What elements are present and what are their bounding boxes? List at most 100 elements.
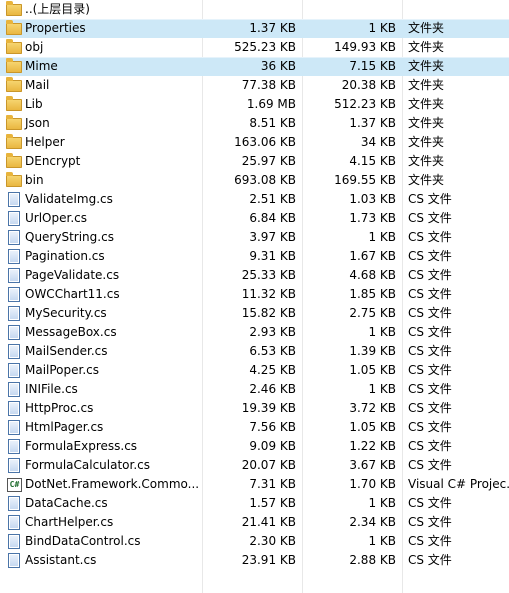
item-packed-size: 1 KB bbox=[368, 325, 396, 339]
item-packed-size: 512.23 KB bbox=[334, 97, 396, 111]
item-size: 20.07 KB bbox=[241, 458, 296, 472]
item-packed-size: 1.05 KB bbox=[349, 363, 396, 377]
item-packed-size: 1 KB bbox=[368, 382, 396, 396]
cs-file-icon bbox=[8, 363, 20, 378]
file-row[interactable]: FormulaCalculator.cs 20.07 KB 3.67 KB CS 文件 bbox=[0, 456, 509, 475]
name-cell: Assistant.cs bbox=[0, 551, 202, 570]
item-name: MessageBox.cs bbox=[25, 325, 117, 339]
item-size: 36 KB bbox=[260, 59, 296, 73]
item-type: CS 文件 bbox=[408, 192, 452, 206]
item-packed-size: 2.34 KB bbox=[349, 515, 396, 529]
item-size: 2.51 KB bbox=[249, 192, 296, 206]
file-row[interactable]: FormulaExpress.cs 9.09 KB 1.22 KB CS 文件 bbox=[0, 437, 509, 456]
name-cell: PageValidate.cs bbox=[0, 266, 202, 285]
item-name: FormulaCalculator.cs bbox=[25, 458, 151, 472]
name-cell: HttpProc.cs bbox=[0, 399, 202, 418]
name-cell: QueryString.cs bbox=[0, 228, 202, 247]
parent-directory-row[interactable]: ..(上层目录) bbox=[0, 0, 509, 19]
file-row[interactable]: BindDataControl.cs 2.30 KB 1 KB CS 文件 bbox=[0, 532, 509, 551]
item-size: 21.41 KB bbox=[241, 515, 296, 529]
folder-row[interactable]: Lib 1.69 MB 512.23 KB 文件夹 bbox=[0, 95, 509, 114]
folder-row[interactable]: DEncrypt 25.97 KB 4.15 KB 文件夹 bbox=[0, 152, 509, 171]
file-row[interactable]: Pagination.cs 9.31 KB 1.67 KB CS 文件 bbox=[0, 247, 509, 266]
item-packed-size: 1 KB bbox=[368, 534, 396, 548]
file-row[interactable]: MySecurity.cs 15.82 KB 2.75 KB CS 文件 bbox=[0, 304, 509, 323]
item-packed-size: 1.22 KB bbox=[349, 439, 396, 453]
file-row[interactable]: PageValidate.cs 25.33 KB 4.68 KB CS 文件 bbox=[0, 266, 509, 285]
file-row[interactable]: ChartHelper.cs 21.41 KB 2.34 KB CS 文件 bbox=[0, 513, 509, 532]
file-row[interactable]: MailSender.cs 6.53 KB 1.39 KB CS 文件 bbox=[0, 342, 509, 361]
file-row[interactable]: HtmlPager.cs 7.56 KB 1.05 KB CS 文件 bbox=[0, 418, 509, 437]
file-list: ..(上层目录) Properties 1.37 KB 1 KB 文件夹 obj 525.… bbox=[0, 0, 509, 593]
item-size: 525.23 KB bbox=[234, 40, 296, 54]
cs-file-icon bbox=[8, 287, 20, 302]
item-type: 文件夹 bbox=[408, 40, 445, 54]
folder-row[interactable]: Mime 36 KB 7.15 KB 文件夹 bbox=[0, 57, 509, 76]
folder-icon bbox=[6, 134, 22, 149]
item-type: CS 文件 bbox=[408, 306, 452, 320]
item-type: CS 文件 bbox=[408, 553, 452, 567]
folder-row[interactable]: Properties 1.37 KB 1 KB 文件夹 bbox=[0, 19, 509, 38]
file-row[interactable]: HttpProc.cs 19.39 KB 3.72 KB CS 文件 bbox=[0, 399, 509, 418]
name-cell: Json bbox=[0, 114, 202, 133]
cs-file-icon bbox=[8, 268, 20, 283]
folder-icon bbox=[6, 20, 22, 35]
item-type: 文件夹 bbox=[408, 116, 445, 130]
cs-file-icon bbox=[8, 382, 20, 397]
cs-file-icon bbox=[8, 553, 20, 568]
file-row[interactable]: MessageBox.cs 2.93 KB 1 KB CS 文件 bbox=[0, 323, 509, 342]
item-size: 8.51 KB bbox=[249, 116, 296, 130]
item-type: 文件夹 bbox=[408, 135, 445, 149]
file-row[interactable]: ValidateImg.cs 2.51 KB 1.03 KB CS 文件 bbox=[0, 190, 509, 209]
file-row[interactable]: C# DotNet.Framework.Commo... 7.31 KB 1.70 K… bbox=[0, 475, 509, 494]
item-size: 1.69 MB bbox=[246, 97, 296, 111]
item-packed-size: 3.72 KB bbox=[349, 401, 396, 415]
item-name: BindDataControl.cs bbox=[25, 534, 141, 548]
item-type: CS 文件 bbox=[408, 268, 452, 282]
cs-file-icon bbox=[8, 306, 20, 321]
file-row[interactable]: Assistant.cs 23.91 KB 2.88 KB CS 文件 bbox=[0, 551, 509, 570]
file-row[interactable]: MailPoper.cs 4.25 KB 1.05 KB CS 文件 bbox=[0, 361, 509, 380]
item-size: 6.53 KB bbox=[249, 344, 296, 358]
folder-row[interactable]: Mail 77.38 KB 20.38 KB 文件夹 bbox=[0, 76, 509, 95]
item-packed-size: 1 KB bbox=[368, 496, 396, 510]
file-row[interactable]: OWCChart11.cs 11.32 KB 1.85 KB CS 文件 bbox=[0, 285, 509, 304]
name-cell: ChartHelper.cs bbox=[0, 513, 202, 532]
folder-icon bbox=[6, 153, 22, 168]
item-type: Visual C# Projec... bbox=[408, 477, 509, 491]
file-row[interactable]: QueryString.cs 3.97 KB 1 KB CS 文件 bbox=[0, 228, 509, 247]
name-cell: ValidateImg.cs bbox=[0, 190, 202, 209]
item-name: MySecurity.cs bbox=[25, 306, 107, 320]
name-cell: FormulaCalculator.cs bbox=[0, 456, 202, 475]
name-cell: Mail bbox=[0, 76, 202, 95]
item-type: 文件夹 bbox=[408, 78, 445, 92]
item-packed-size: 1.85 KB bbox=[349, 287, 396, 301]
file-row[interactable]: DataCache.cs 1.57 KB 1 KB CS 文件 bbox=[0, 494, 509, 513]
item-name: FormulaExpress.cs bbox=[25, 439, 138, 453]
item-name: Mail bbox=[25, 78, 50, 92]
folder-row[interactable]: bin 693.08 KB 169.55 KB 文件夹 bbox=[0, 171, 509, 190]
item-name: ValidateImg.cs bbox=[25, 192, 113, 206]
name-cell: INIFile.cs bbox=[0, 380, 202, 399]
item-name: INIFile.cs bbox=[25, 382, 78, 396]
folder-row[interactable]: obj 525.23 KB 149.93 KB 文件夹 bbox=[0, 38, 509, 57]
name-cell: HtmlPager.cs bbox=[0, 418, 202, 437]
name-cell: MailPoper.cs bbox=[0, 361, 202, 380]
file-row[interactable]: UrlOper.cs 6.84 KB 1.73 KB CS 文件 bbox=[0, 209, 509, 228]
item-packed-size: 4.68 KB bbox=[349, 268, 396, 282]
item-type: CS 文件 bbox=[408, 363, 452, 377]
folder-row[interactable]: Helper 163.06 KB 34 KB 文件夹 bbox=[0, 133, 509, 152]
item-packed-size: 1.70 KB bbox=[349, 477, 396, 491]
cs-file-icon bbox=[8, 515, 20, 530]
item-type: CS 文件 bbox=[408, 382, 452, 396]
item-name: HtmlPager.cs bbox=[25, 420, 104, 434]
item-type: CS 文件 bbox=[408, 534, 452, 548]
item-name: Json bbox=[25, 116, 50, 130]
item-size: 1.57 KB bbox=[249, 496, 296, 510]
item-type: CS 文件 bbox=[408, 287, 452, 301]
item-size: 2.30 KB bbox=[249, 534, 296, 548]
file-row[interactable]: INIFile.cs 2.46 KB 1 KB CS 文件 bbox=[0, 380, 509, 399]
cs-file-icon bbox=[8, 458, 20, 473]
folder-row[interactable]: Json 8.51 KB 1.37 KB 文件夹 bbox=[0, 114, 509, 133]
folder-icon bbox=[6, 39, 22, 54]
